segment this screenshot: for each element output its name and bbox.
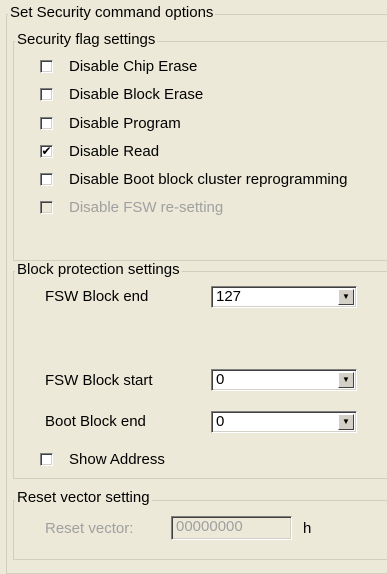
checkbox-label: Disable FSW re-setting: [69, 198, 224, 216]
disable-block-erase-checkbox[interactable]: Disable Block Erase: [40, 85, 203, 103]
fsw-block-end-label: FSW Block end: [45, 288, 149, 305]
show-address-checkbox[interactable]: Show Address: [40, 450, 165, 468]
checkbox-box[interactable]: [40, 116, 53, 130]
checkbox-box[interactable]: [40, 172, 53, 186]
checkbox-box[interactable]: [40, 59, 53, 73]
fsw-block-start-select[interactable]: 0 ▼: [211, 369, 357, 391]
fsw-block-start-value: 0: [216, 371, 225, 388]
reset-vector-title: Reset vector setting: [15, 489, 152, 506]
reset-vector-unit: h: [303, 520, 312, 537]
chevron-down-icon[interactable]: ▼: [338, 372, 354, 388]
checkbox-label: Disable Block Erase: [69, 85, 204, 103]
checkbox-box[interactable]: [40, 87, 53, 101]
boot-block-end-value: 0: [216, 413, 225, 430]
checkbox-label: Disable Boot block cluster reprogramming: [69, 170, 348, 188]
checkbox-label: Disable Program: [69, 114, 181, 132]
checkbox-box: [40, 200, 53, 214]
disable-fsw-resetting-checkbox: Disable FSW re-setting: [40, 198, 223, 216]
boot-block-end-select[interactable]: 0 ▼: [211, 411, 357, 433]
checkbox-box[interactable]: [40, 452, 53, 466]
checkbox-label: Disable Chip Erase: [69, 57, 198, 75]
chevron-down-icon[interactable]: ▼: [338, 289, 354, 305]
checkbox-box[interactable]: ✔: [40, 143, 53, 158]
checkbox-label: Disable Read: [69, 142, 160, 160]
check-mark-icon: ✔: [41, 143, 52, 158]
reset-vector-label: Reset vector:: [45, 520, 134, 537]
fsw-block-start-label: FSW Block start: [45, 372, 153, 389]
fsw-block-end-select[interactable]: 127 ▼: [211, 286, 357, 308]
block-protection-title: Block protection settings: [15, 261, 182, 278]
disable-program-checkbox[interactable]: Disable Program: [40, 114, 181, 132]
disable-read-checkbox[interactable]: ✔ Disable Read: [40, 142, 159, 160]
boot-block-end-label: Boot Block end: [45, 413, 146, 430]
disable-chip-erase-checkbox[interactable]: Disable Chip Erase: [40, 57, 197, 75]
disable-boot-block-reprogramming-checkbox[interactable]: Disable Boot block cluster reprogramming: [40, 170, 347, 188]
checkbox-label: Show Address: [69, 450, 165, 468]
security-options-title: Set Security command options: [8, 4, 216, 21]
security-flag-title: Security flag settings: [15, 31, 158, 48]
chevron-down-icon[interactable]: ▼: [338, 414, 354, 430]
fsw-block-end-value: 127: [216, 288, 242, 305]
reset-vector-input: 00000000: [171, 516, 292, 540]
